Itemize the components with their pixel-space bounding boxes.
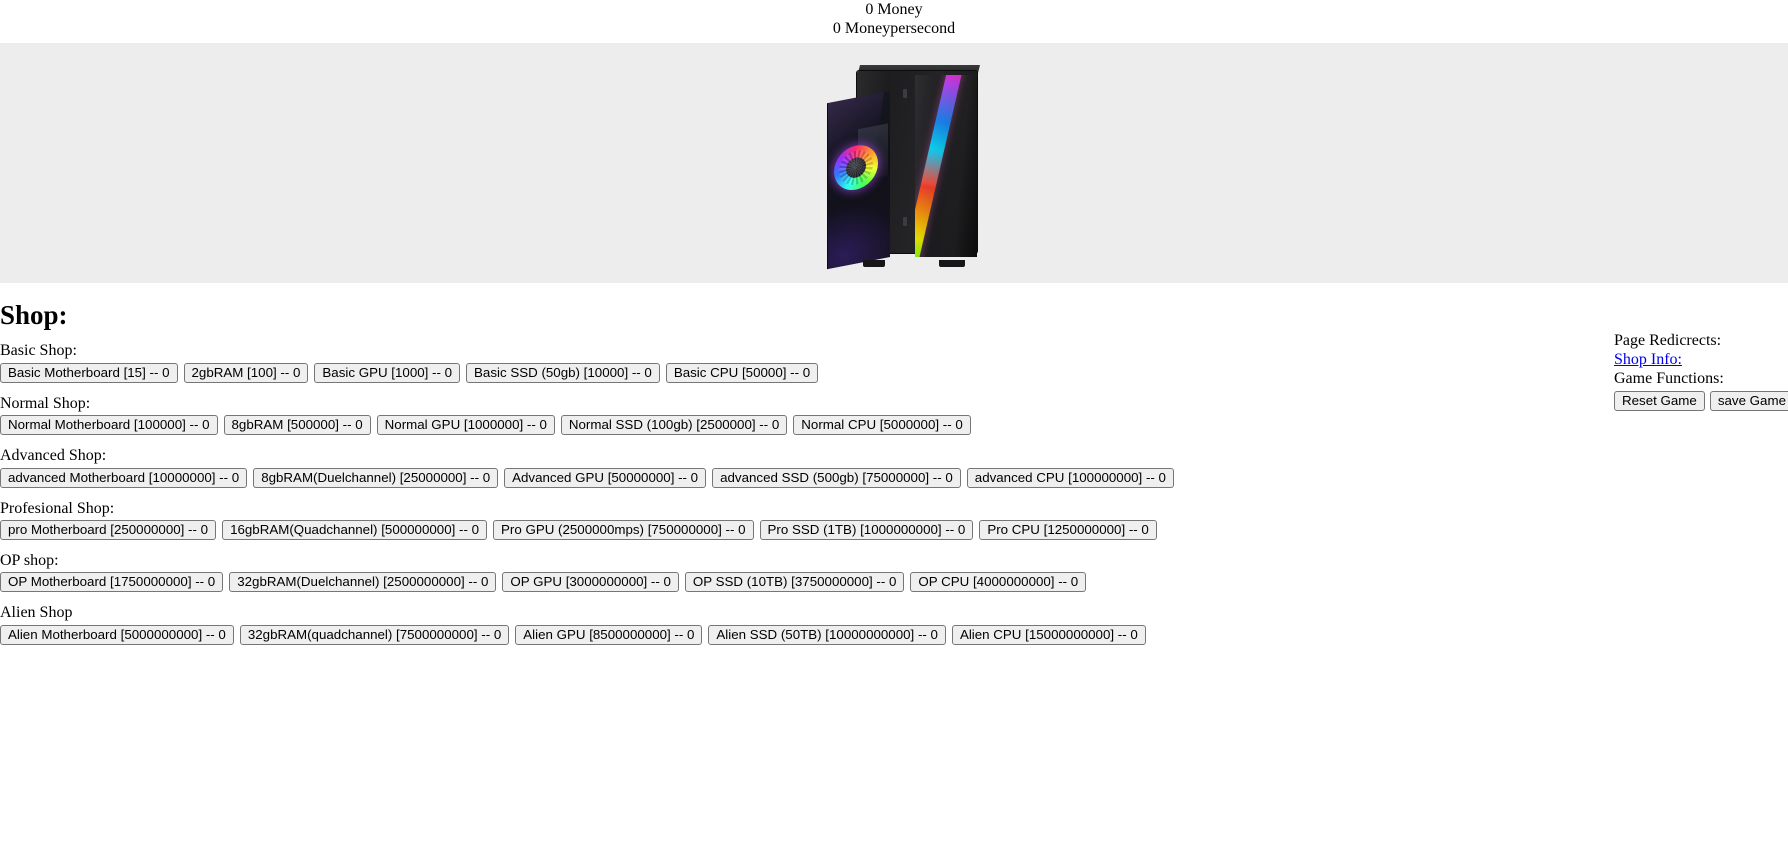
shop-item-button[interactable]: Basic SSD (50gb) [10000] -- 0	[466, 362, 660, 383]
shop-section: OP shop: OP Motherboard [1750000000] -- 0…	[0, 552, 1788, 593]
shop-section-label: Basic Shop:	[0, 342, 77, 360]
shop-item-button[interactable]: OP Motherboard [1750000000] -- 0	[0, 572, 224, 593]
front-io-port-top	[903, 88, 907, 98]
shop-heading: Shop:	[0, 299, 68, 330]
shop-item-button[interactable]: 16gbRAM(Quadchannel) [500000000] -- 0	[222, 520, 488, 540]
shop-section-label: Profesional Shop:	[0, 499, 115, 517]
shop-item-button-row: OP Motherboard [1750000000] -- 0 32gbRAM(…	[0, 572, 1788, 593]
shop-sections: Basic Shop: Basic Motherboard [15] -- 0 2g…	[0, 342, 1788, 645]
glass-side-panel	[827, 90, 890, 269]
shop-item-button-row: pro Motherboard [250000000] -- 0 16gbRAM(…	[0, 520, 1788, 540]
shop-item-button[interactable]: Advanced GPU [50000000] -- 0	[504, 467, 707, 488]
case-front-panel	[915, 74, 977, 257]
shop-item-button-row: Basic Motherboard [15] -- 0 2gbRAM [100] …	[0, 362, 1788, 383]
shop-item-button[interactable]: advanced CPU [100000000] -- 0	[966, 467, 1174, 488]
shop-item-button[interactable]: 8gbRAM [500000] -- 0	[223, 415, 371, 436]
front-panel-shading	[915, 74, 977, 257]
interior-rgb-glow	[827, 194, 890, 269]
page-redirects-label: Page Redicrects:	[1614, 332, 1722, 349]
case-foot-left	[863, 259, 885, 267]
money-per-second-counter: 0 Moneypersecond	[832, 19, 956, 37]
shop-section: Profesional Shop: pro Motherboard [250000…	[0, 500, 1788, 540]
shop-item-button[interactable]: Normal GPU [1000000] -- 0	[376, 415, 555, 436]
shop-item-button[interactable]: Pro SSD (1TB) [1000000000] -- 0	[759, 520, 974, 540]
side-panel: Page Redicrects: Shop Info: Game Functio…	[1614, 332, 1788, 411]
shop-item-button[interactable]: Alien CPU [15000000000] -- 0	[951, 624, 1146, 645]
shop-item-button[interactable]: Pro GPU (2500000mps) [750000000] -- 0	[493, 520, 754, 540]
shop-section: Basic Shop: Basic Motherboard [15] -- 0 2g…	[0, 342, 1788, 383]
shop-section: Alien Shop Alien Motherboard [5000000000]…	[0, 604, 1788, 645]
game-functions-label: Game Functions:	[1614, 369, 1724, 387]
shop-section-label: Advanced Shop:	[0, 447, 107, 465]
shop-item-button[interactable]: advanced Motherboard [10000000] -- 0	[0, 467, 248, 488]
shop-item-button[interactable]: Pro CPU [1250000000] -- 0	[979, 520, 1157, 540]
reset-game-button[interactable]: Reset Game	[1614, 390, 1705, 411]
game-functions-button-row: Reset Game save Game	[1614, 390, 1788, 411]
shop-item-button[interactable]: OP GPU [3000000000] -- 0	[502, 572, 679, 593]
shop-info-link[interactable]: Shop Info:	[1614, 351, 1786, 370]
shop-item-button[interactable]: Basic Motherboard [15] -- 0	[0, 362, 178, 383]
shop-item-button[interactable]: 32gbRAM(quadchannel) [7500000000] -- 0	[239, 624, 510, 645]
shop-item-button[interactable]: Normal Motherboard [100000] -- 0	[0, 415, 218, 436]
shop-item-button-row: Normal Motherboard [100000] -- 0 8gbRAM […	[0, 415, 1788, 436]
shop-item-button[interactable]: advanced SSD (500gb) [75000000] -- 0	[712, 467, 961, 488]
shop-item-button[interactable]: Alien GPU [8500000000] -- 0	[515, 624, 703, 645]
shop-item-button[interactable]: OP SSD (10TB) [3750000000] -- 0	[684, 572, 905, 593]
shop-item-button[interactable]: Alien SSD (50TB) [10000000000] -- 0	[708, 624, 946, 645]
shop-item-button[interactable]: pro Motherboard [250000000] -- 0	[0, 520, 217, 540]
shop-item-button[interactable]: Basic CPU [50000] -- 0	[665, 362, 819, 383]
money-counter: 0 Money	[865, 1, 923, 18]
shop-item-button-row: Alien Motherboard [5000000000] -- 0 32gbR…	[0, 624, 1788, 645]
shop-section-label: Alien Shop	[0, 604, 73, 622]
front-io-port-bottom	[903, 216, 907, 226]
hero-image-band	[0, 42, 1788, 283]
shop-item-button[interactable]: 2gbRAM [100] -- 0	[183, 362, 309, 383]
shop-item-button-row: advanced Motherboard [10000000] -- 0 8gbR…	[0, 467, 1788, 488]
shop-item-button[interactable]: 32gbRAM(Duelchannel) [2500000000] -- 0	[229, 572, 497, 593]
shop-section: Advanced Shop: advanced Motherboard [1000…	[0, 447, 1788, 488]
shop-item-button[interactable]: OP CPU [4000000000] -- 0	[910, 572, 1087, 593]
shop-section-label: OP shop:	[0, 552, 59, 569]
shop-item-button[interactable]: Basic GPU [1000] -- 0	[314, 362, 461, 383]
shop-item-button[interactable]: Normal SSD (100gb) [2500000] -- 0	[560, 415, 788, 436]
shop-section: Normal Shop: Normal Motherboard [100000] …	[0, 394, 1788, 436]
shop-item-button[interactable]: Normal CPU [5000000] -- 0	[793, 415, 971, 436]
shop-section-label: Normal Shop:	[0, 394, 91, 412]
shop-item-button[interactable]: 8gbRAM(Duelchannel) [25000000] -- 0	[253, 467, 499, 488]
money-counter-bar: 0 Money 0 Moneypersecond	[0, 0, 1788, 39]
pc-tower-case-image	[827, 64, 980, 269]
save-game-button[interactable]: save Game	[1709, 390, 1788, 411]
case-foot-right	[939, 259, 965, 267]
shop-item-button[interactable]: Alien Motherboard [5000000000] -- 0	[0, 624, 234, 645]
